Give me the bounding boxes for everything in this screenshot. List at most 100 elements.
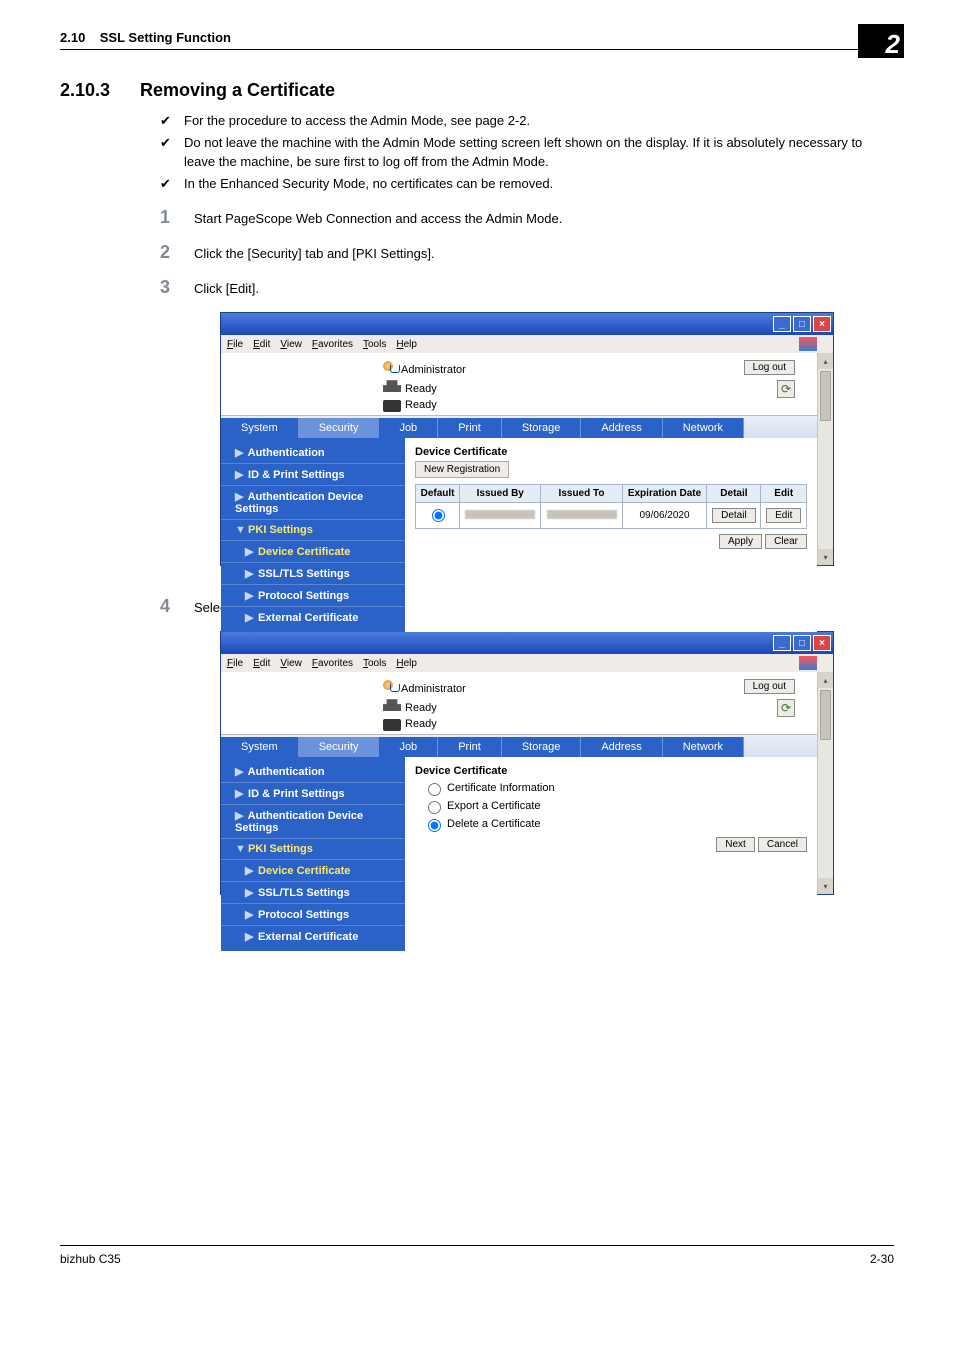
menu-help[interactable]: Help [396,658,417,669]
tab-print[interactable]: Print [438,418,502,438]
tab-print[interactable]: Print [438,737,502,757]
menu-view[interactable]: View [280,658,302,669]
menu-help[interactable]: Help [396,339,417,350]
tab-security[interactable]: Security [299,418,380,438]
sidebar-item[interactable]: ▶ Authentication Device Settings [221,485,405,519]
default-radio[interactable] [432,509,445,522]
tab-storage[interactable]: Storage [502,418,582,438]
sidebar-item[interactable]: ▼ PKI Settings [221,519,405,540]
tab-security[interactable]: Security [299,737,380,757]
scroll-down-icon[interactable]: ▾ [818,549,833,565]
admin-icon [383,678,399,692]
radio-option[interactable]: Certificate Information [423,780,807,796]
col-default: Default [416,485,460,503]
maximize-icon[interactable]: □ [793,635,811,651]
scrollbar[interactable]: ▴ ▾ [817,672,833,894]
scroll-thumb[interactable] [820,690,831,740]
col-issued-by: Issued By [460,485,541,503]
tab-storage[interactable]: Storage [502,737,582,757]
sidebar-item[interactable]: ▼ PKI Settings [221,838,405,859]
refresh-icon[interactable]: ⟳ [777,699,795,717]
cancel-button[interactable]: Cancel [758,837,807,852]
close-icon[interactable]: × [813,316,831,332]
logout-button[interactable]: Log out [744,360,795,375]
sidebar-item[interactable]: ▶ ID & Print Settings [221,463,405,485]
minimize-icon[interactable]: _ [773,635,791,651]
radio-option[interactable]: Export a Certificate [423,798,807,814]
sidebar-item[interactable]: ▶ Authentication [221,442,405,463]
panel-title: Device Certificate [415,446,807,458]
section-heading: 2.10.3Removing a Certificate [60,80,894,101]
col-detail: Detail [707,485,761,503]
menu-tools[interactable]: Tools [363,339,386,350]
menu-edit[interactable]: Edit [253,339,270,350]
sidebar-item[interactable]: ▶ Protocol Settings [221,584,405,606]
menu-file[interactable]: File [227,339,243,350]
certificate-table: Default Issued By Issued To Expiration D… [415,484,807,529]
admin-label: Administrator [401,683,466,695]
apply-button[interactable]: Apply [719,534,762,549]
logout-button[interactable]: Log out [744,679,795,694]
toner-status: Ready [405,717,437,732]
toner-status: Ready [405,398,437,413]
sidebar-item[interactable]: ▶ Device Certificate [221,859,405,881]
radio-option[interactable]: Delete a Certificate [423,816,807,832]
step-item: 3Click [Edit]. [160,277,894,298]
tab-network[interactable]: Network [663,737,744,757]
tab-job[interactable]: Job [379,418,438,438]
new-registration-button[interactable]: New Registration [415,461,509,478]
sidebar-item[interactable]: ▶ External Certificate [221,925,405,947]
tab-system[interactable]: System [221,737,299,757]
step-item: 2Click the [Security] tab and [PKI Setti… [160,242,894,263]
sidebar-item[interactable]: ▶ Authentication Device Settings [221,804,405,838]
refresh-icon[interactable]: ⟳ [777,380,795,398]
footer-left: bizhub C35 [60,1252,121,1266]
col-expiration: Expiration Date [622,485,707,503]
tab-job[interactable]: Job [379,737,438,757]
sidebar-item[interactable]: ▶ SSL/TLS Settings [221,881,405,903]
menu-file[interactable]: File [227,658,243,669]
tabs: System Security Job Print Storage Addres… [221,416,817,438]
next-button[interactable]: Next [716,837,755,852]
col-issued-to: Issued To [541,485,622,503]
menu-edit[interactable]: Edit [253,658,270,669]
sidebar-item[interactable]: ▶ SSL/TLS Settings [221,562,405,584]
browser-window: _ □ × File Edit View Favorites Tools Hel… [220,312,834,566]
menu-favorites[interactable]: Favorites [312,658,353,669]
admin-icon [383,359,399,373]
scroll-up-icon[interactable]: ▴ [818,353,833,369]
chapter-flag: 2 [858,24,904,58]
sidebar-item[interactable]: ▶ Device Certificate [221,540,405,562]
menu-view[interactable]: View [280,339,302,350]
maximize-icon[interactable]: □ [793,316,811,332]
sidebar-item[interactable]: ▶ External Certificate [221,606,405,628]
clear-button[interactable]: Clear [765,534,807,549]
footer-right: 2-30 [870,1252,894,1266]
tab-system[interactable]: System [221,418,299,438]
sidebar-item[interactable]: ▶ Protocol Settings [221,903,405,925]
browser-window: _ □ × File Edit View Favorites Tools Hel… [220,631,834,895]
tab-address[interactable]: Address [581,418,662,438]
scroll-thumb[interactable] [820,371,831,421]
printer-status: Ready [405,702,437,714]
sidebar-item[interactable]: ▶ Authentication [221,761,405,782]
close-icon[interactable]: × [813,635,831,651]
tab-address[interactable]: Address [581,737,662,757]
sidebar-item[interactable]: ▶ ID & Print Settings [221,782,405,804]
menu-tools[interactable]: Tools [363,658,386,669]
edit-button[interactable]: Edit [766,508,801,523]
toner-icon [383,400,401,412]
step-item: 1Start PageScope Web Connection and acce… [160,207,894,228]
expiration-value: 09/06/2020 [622,503,707,529]
minimize-icon[interactable]: _ [773,316,791,332]
scroll-up-icon[interactable]: ▴ [818,672,833,688]
menu-favorites[interactable]: Favorites [312,339,353,350]
col-edit: Edit [761,485,807,503]
detail-button[interactable]: Detail [712,508,756,523]
scroll-down-icon[interactable]: ▾ [818,878,833,894]
scrollbar[interactable]: ▴ ▾ [817,353,833,565]
tab-network[interactable]: Network [663,418,744,438]
printer-icon [383,699,401,711]
toner-icon [383,719,401,731]
ie-flag-icon [799,656,817,670]
